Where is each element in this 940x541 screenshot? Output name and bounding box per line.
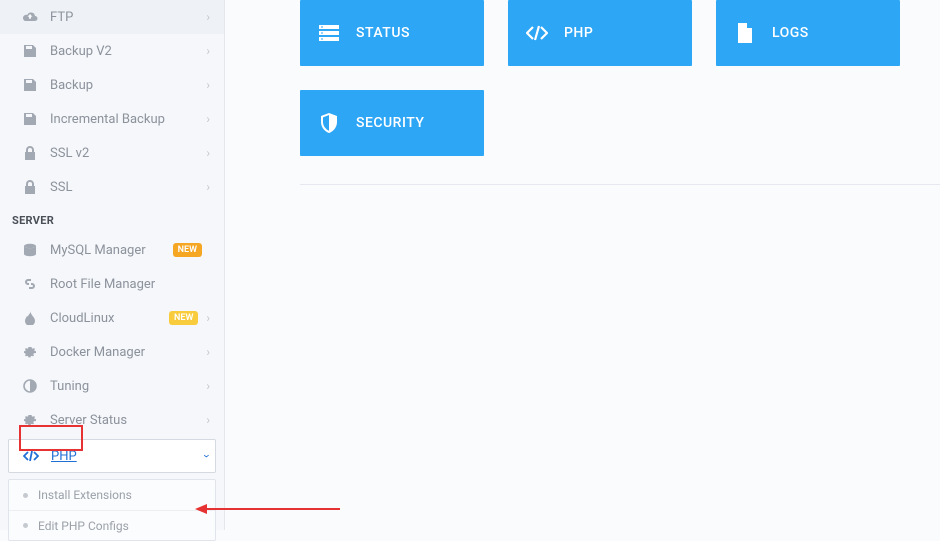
sidebar-item-ftp[interactable]: FTP › xyxy=(0,0,224,34)
sidebar-item-label: SSL v2 xyxy=(50,146,206,161)
sidebar-item-php[interactable]: PHP › xyxy=(8,439,216,473)
shield-icon xyxy=(318,113,340,133)
sidebar-item-server-status[interactable]: Server Status › xyxy=(0,403,224,437)
lock-icon xyxy=(20,146,40,160)
tile-label: STATUS xyxy=(356,25,410,41)
sidebar-item-label: Backup V2 xyxy=(50,44,206,59)
sidebar: FTP › Backup V2 › Backup › Incremental B… xyxy=(0,0,225,530)
tile-php[interactable]: PHP xyxy=(508,0,692,66)
sidebar-item-docker-manager[interactable]: Docker Manager › xyxy=(0,335,224,369)
chevron-right-icon: › xyxy=(206,379,210,393)
chevron-right-icon: › xyxy=(206,78,210,92)
database-icon xyxy=(20,243,40,257)
main-content: STATUS PHP LOGS SECURITY xyxy=(260,0,940,185)
sidebar-subitem-edit-php-configs[interactable]: Edit PHP Configs xyxy=(9,510,215,540)
sidebar-item-label: SSL xyxy=(50,180,206,195)
save-icon xyxy=(20,78,40,92)
sidebar-item-label: Incremental Backup xyxy=(50,112,206,127)
chevron-down-icon: › xyxy=(200,454,214,458)
new-badge: NEW xyxy=(169,311,198,325)
contrast-icon xyxy=(20,379,40,393)
sidebar-subitem-install-extensions[interactable]: Install Extensions xyxy=(9,480,215,510)
sidebar-item-label: FTP xyxy=(50,10,206,25)
lock-icon xyxy=(20,180,40,194)
sidebar-item-tuning[interactable]: Tuning › xyxy=(0,369,224,403)
sidebar-item-backup-v2[interactable]: Backup V2 › xyxy=(0,34,224,68)
sidebar-submenu-php: Install Extensions Edit PHP Configs xyxy=(8,479,216,541)
tile-logs[interactable]: LOGS xyxy=(716,0,900,66)
chevron-right-icon: › xyxy=(206,112,210,126)
chevron-right-icon: › xyxy=(206,10,210,24)
tile-security[interactable]: SECURITY xyxy=(300,90,484,156)
tile-label: PHP xyxy=(564,25,593,41)
gear-icon xyxy=(20,413,40,427)
bullet-icon xyxy=(23,493,28,498)
sidebar-item-cloudlinux[interactable]: CloudLinux NEW › xyxy=(0,301,224,335)
sidebar-item-label: Server Status xyxy=(50,413,206,428)
sidebar-item-label: Docker Manager xyxy=(50,345,206,360)
sidebar-item-incremental-backup[interactable]: Incremental Backup › xyxy=(0,102,224,136)
tile-status[interactable]: STATUS xyxy=(300,0,484,66)
save-icon xyxy=(20,112,40,126)
flame-icon xyxy=(20,311,40,325)
sidebar-section-server: SERVER xyxy=(0,204,224,233)
sidebar-item-mysql-manager[interactable]: MySQL Manager NEW xyxy=(0,233,224,267)
code-icon xyxy=(526,25,548,41)
chevron-right-icon: › xyxy=(206,413,210,427)
chevron-right-icon: › xyxy=(206,44,210,58)
sidebar-item-backup[interactable]: Backup › xyxy=(0,68,224,102)
sidebar-subitem-label: Install Extensions xyxy=(38,488,132,502)
sidebar-item-label: Backup xyxy=(50,78,206,93)
chevron-right-icon: › xyxy=(206,311,210,325)
tile-label: SECURITY xyxy=(356,115,424,131)
sidebar-item-label: PHP xyxy=(51,449,205,464)
sidebar-item-label: MySQL Manager xyxy=(50,243,173,258)
cloud-icon xyxy=(20,11,40,23)
chevron-right-icon: › xyxy=(206,146,210,160)
tile-grid: STATUS PHP LOGS SECURITY xyxy=(300,0,940,185)
tile-label: LOGS xyxy=(772,25,809,41)
sidebar-subitem-label: Edit PHP Configs xyxy=(38,519,129,533)
link-icon xyxy=(20,277,40,291)
save-icon xyxy=(20,44,40,58)
sidebar-item-root-file-manager[interactable]: Root File Manager xyxy=(0,267,224,301)
code-icon xyxy=(21,450,41,462)
bullet-icon xyxy=(23,523,28,528)
sidebar-item-label: Tuning xyxy=(50,379,206,394)
bars-icon xyxy=(318,25,340,41)
chevron-right-icon: › xyxy=(206,180,210,194)
file-icon xyxy=(734,23,756,43)
sidebar-item-label: Root File Manager xyxy=(50,277,210,292)
gear-icon xyxy=(20,345,40,359)
chevron-right-icon: › xyxy=(206,345,210,359)
sidebar-item-label: CloudLinux xyxy=(50,311,169,326)
new-badge: NEW xyxy=(173,243,202,257)
sidebar-item-ssl[interactable]: SSL › xyxy=(0,170,224,204)
sidebar-item-ssl-v2[interactable]: SSL v2 › xyxy=(0,136,224,170)
